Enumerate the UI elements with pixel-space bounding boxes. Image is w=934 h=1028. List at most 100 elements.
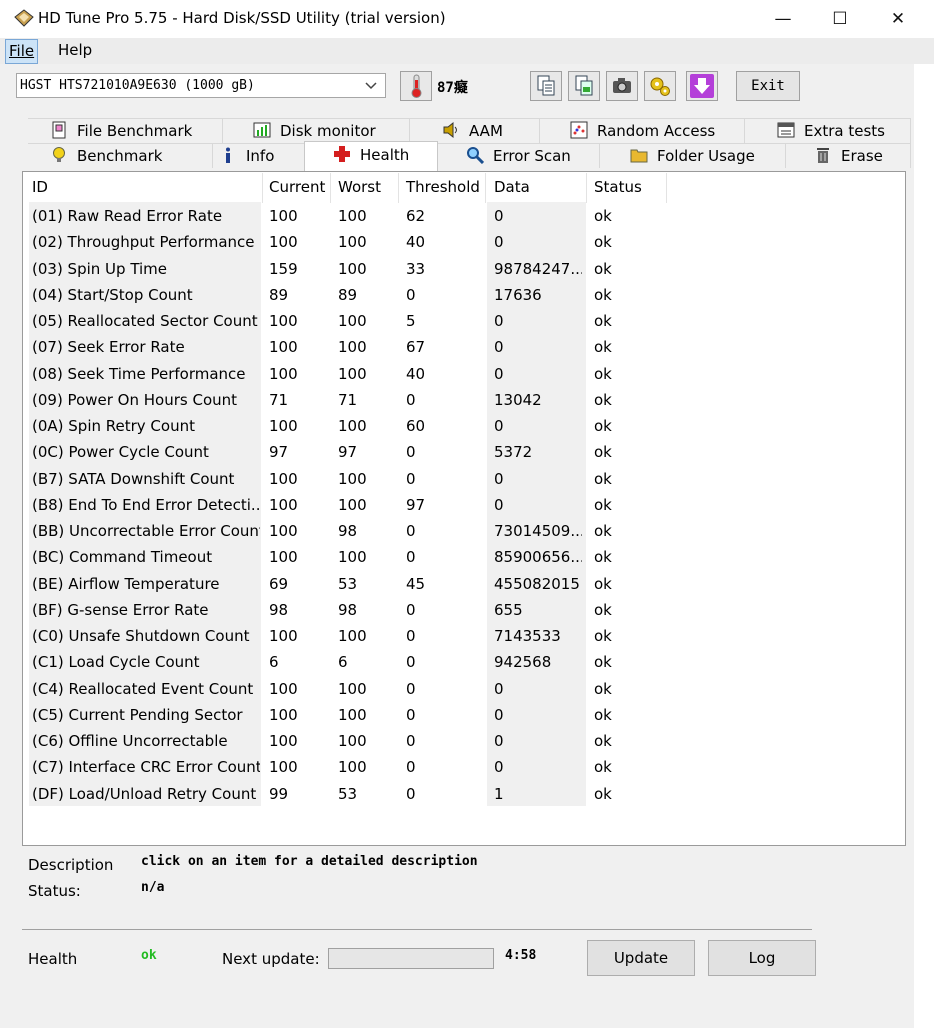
attr-id: (BB) Uncorrectable Error Count — [32, 522, 260, 540]
attr-current: 100 — [269, 312, 298, 330]
save-button[interactable] — [686, 71, 718, 101]
attr-worst: 100 — [338, 233, 367, 252]
attr-id: (07) Seek Error Rate — [32, 338, 185, 357]
attr-data: 0 — [494, 758, 504, 777]
attr-current: 100 — [269, 732, 298, 750]
attr-id: (02) Throughput Performance — [32, 233, 255, 252]
options-button[interactable] — [644, 71, 676, 101]
close-button[interactable]: ✕ — [869, 0, 927, 38]
download-arrow-icon — [690, 74, 714, 98]
attr-threshold: 0 — [406, 758, 416, 777]
attr-worst: 100 — [338, 758, 367, 777]
header-separator — [586, 173, 587, 203]
trash-icon — [817, 148, 829, 163]
attr-threshold: 0 — [406, 784, 416, 803]
tab-benchmark-label: Benchmark — [77, 147, 163, 165]
random-access-icon — [570, 121, 588, 139]
menu-file[interactable]: File — [5, 39, 39, 64]
attr-worst: 53 — [338, 784, 358, 803]
tab-info[interactable]: Info — [213, 143, 305, 168]
disk-monitor-icon — [253, 122, 271, 138]
tab-error-scan-label: Error Scan — [493, 147, 571, 165]
minimize-button[interactable]: — — [754, 0, 812, 38]
health-label: Health — [28, 950, 78, 968]
tab-info-label: Info — [246, 147, 275, 165]
attr-status: ok — [594, 390, 612, 409]
attr-status: ok — [594, 784, 612, 803]
exit-button[interactable]: Exit — [736, 71, 800, 101]
attr-threshold: 0 — [406, 522, 416, 540]
attr-id: (C1) Load Cycle Count — [32, 653, 200, 672]
attr-threshold: 0 — [406, 443, 416, 462]
attr-status: ok — [594, 758, 612, 777]
attr-current: 100 — [269, 522, 298, 540]
chevron-down-icon — [365, 82, 377, 90]
attr-id: (04) Start/Stop Count — [32, 285, 193, 304]
attr-threshold: 5 — [406, 312, 416, 330]
attr-threshold: 60 — [406, 417, 426, 435]
attr-threshold: 0 — [406, 285, 416, 304]
attr-id: (08) Seek Time Performance — [32, 364, 246, 383]
attr-id: (05) Reallocated Sector Count — [32, 312, 258, 330]
drive-select-value: HGST HTS721010A9E630 (1000 gB) — [20, 78, 255, 93]
attr-current: 98 — [269, 600, 289, 619]
attr-worst: 100 — [338, 364, 367, 383]
tab-benchmark[interactable]: Benchmark — [28, 143, 213, 168]
attr-worst: 6 — [338, 653, 348, 672]
temperature-readout: 87癡 — [437, 80, 468, 96]
header-data[interactable]: Data — [494, 178, 530, 204]
copy-image-button[interactable] — [568, 71, 600, 101]
tab-error-scan[interactable]: Error Scan — [438, 143, 600, 168]
next-update-progress — [328, 948, 494, 969]
attr-worst: 97 — [338, 443, 358, 462]
tab-aam[interactable]: AAM — [410, 118, 540, 143]
attr-status: ok — [594, 338, 612, 357]
attr-current: 100 — [269, 679, 298, 698]
attr-data: 1 — [494, 784, 504, 803]
tab-folder-usage[interactable]: Folder Usage — [600, 143, 786, 168]
header-status[interactable]: Status — [594, 178, 642, 204]
attr-current: 71 — [269, 390, 289, 409]
tab-random-access[interactable]: Random Access — [540, 118, 745, 143]
attr-current: 99 — [269, 784, 289, 803]
attr-worst: 100 — [338, 338, 367, 357]
attr-id: (C4) Reallocated Event Count — [32, 679, 254, 698]
attr-current: 100 — [269, 758, 298, 777]
header-separator — [398, 173, 399, 203]
description-value: click on an item for a detailed descript… — [141, 854, 478, 869]
header-id[interactable]: ID — [32, 178, 48, 204]
menu-help[interactable]: Help — [55, 39, 95, 62]
screenshot-button[interactable] — [606, 71, 638, 101]
header-threshold[interactable]: Threshold — [406, 178, 480, 204]
attr-current: 100 — [269, 705, 298, 724]
status-value: n/a — [141, 880, 165, 895]
folder-icon — [630, 149, 648, 163]
tab-health[interactable]: Health — [304, 141, 438, 171]
attr-worst: 100 — [338, 627, 367, 645]
log-button[interactable]: Log — [708, 940, 816, 976]
header-current[interactable]: Current — [269, 178, 325, 204]
tab-random-access-label: Random Access — [597, 122, 716, 140]
attr-threshold: 0 — [406, 679, 416, 698]
attr-threshold: 67 — [406, 338, 426, 357]
tab-extra-tests[interactable]: Extra tests — [745, 118, 911, 143]
attr-status: ok — [594, 679, 612, 698]
attr-id: (C0) Unsafe Shutdown Count — [32, 627, 250, 645]
tab-file-benchmark[interactable]: File Benchmark — [28, 118, 223, 143]
attr-data: 73014509... — [494, 522, 582, 540]
info-icon — [226, 147, 230, 163]
gears-icon — [650, 77, 670, 96]
header-worst[interactable]: Worst — [338, 178, 381, 204]
attr-data: 0 — [494, 495, 504, 514]
temperature-button[interactable] — [400, 71, 432, 101]
attr-id: (0C) Power Cycle Count — [32, 443, 209, 462]
attr-data: 0 — [494, 469, 504, 488]
copy-text-button[interactable] — [530, 71, 562, 101]
tab-disk-monitor[interactable]: Disk monitor — [223, 118, 410, 143]
attr-status: ok — [594, 495, 612, 514]
tab-erase-label: Erase — [841, 147, 883, 165]
tab-erase[interactable]: Erase — [786, 143, 911, 168]
update-button[interactable]: Update — [587, 940, 695, 976]
attr-threshold: 0 — [406, 548, 416, 567]
maximize-button[interactable]: ☐ — [811, 0, 869, 38]
